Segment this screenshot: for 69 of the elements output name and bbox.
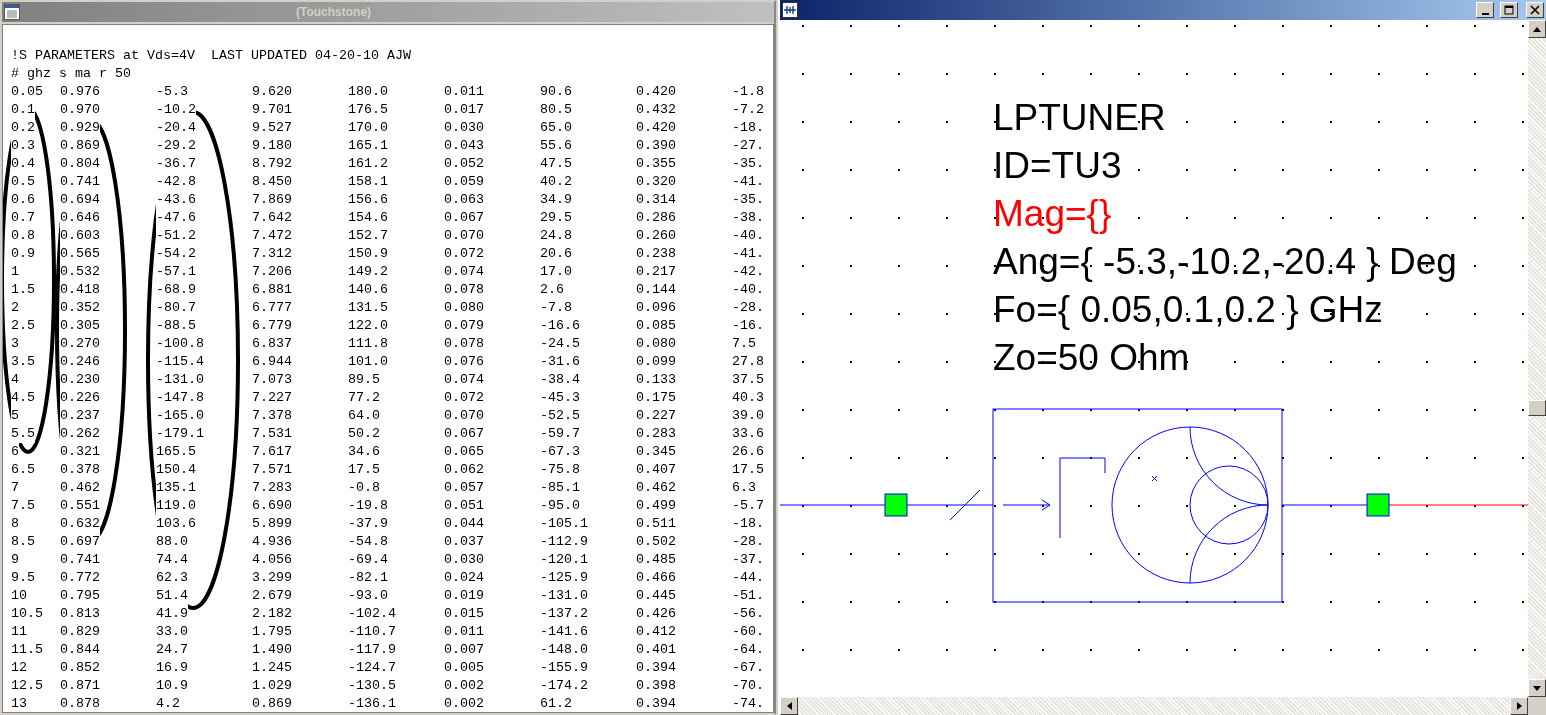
table-cell: 0.2 bbox=[11, 119, 35, 137]
scrollbar-corner bbox=[1528, 697, 1546, 715]
close-icon bbox=[1530, 5, 1540, 15]
table-cell: 0.551 bbox=[60, 497, 100, 515]
parameter-text: Mag={} bbox=[993, 192, 1112, 236]
minimize-button[interactable] bbox=[1476, 2, 1494, 18]
parameter-text: Fo={ 0.05,0.1,0.2 } GHz bbox=[993, 288, 1383, 332]
close-button[interactable] bbox=[1526, 2, 1544, 18]
window-title: (Touchstone) bbox=[296, 5, 372, 19]
table-cell: 0.970 bbox=[60, 101, 100, 119]
table-cell: -47.6 bbox=[156, 209, 196, 227]
table-cell: 0.646 bbox=[60, 209, 100, 227]
table-cell: 0.929 bbox=[60, 119, 100, 137]
table-cell: 119.0 bbox=[156, 497, 196, 515]
up-arrow-icon bbox=[1533, 26, 1541, 32]
table-cell: 0.462 bbox=[60, 479, 100, 497]
table-cell: 62.3 bbox=[156, 569, 188, 587]
table-cell: -10.2 bbox=[156, 101, 196, 119]
table-cell: -20.4 bbox=[156, 119, 196, 137]
table-cell: -42.8 bbox=[156, 173, 196, 191]
table-cell: 88.0 bbox=[156, 533, 188, 551]
table-cell: -29.2 bbox=[156, 137, 196, 155]
table-cell: 0.3 bbox=[11, 137, 35, 155]
table-cell: 0.565 bbox=[60, 245, 100, 263]
table-cell: 0.741 bbox=[60, 173, 100, 191]
table-cell: 0.378 bbox=[60, 461, 100, 479]
minimize-icon bbox=[1481, 12, 1489, 15]
table-cell: 0.226 bbox=[60, 389, 100, 407]
right-arrow-icon bbox=[1516, 702, 1522, 710]
parameter-text: ID=TU3 bbox=[993, 144, 1122, 188]
table-cell: 4.5 bbox=[11, 389, 35, 407]
table-cell: 51.4 bbox=[156, 587, 188, 605]
parameter-text: Ang={ -5.3,-10.2,-20.4 } Deg bbox=[993, 240, 1457, 284]
table-cell: 0.632 bbox=[60, 515, 100, 533]
table-cell: 0.804 bbox=[60, 155, 100, 173]
table-cell: 0.1 bbox=[11, 101, 35, 119]
port-node[interactable] bbox=[884, 493, 908, 517]
left-arrow-icon bbox=[786, 702, 792, 710]
horizontal-scrollbar[interactable] bbox=[780, 697, 1546, 715]
scroll-down-button[interactable] bbox=[1528, 679, 1546, 697]
down-arrow-icon bbox=[1533, 685, 1541, 691]
table-cell: -43.6 bbox=[156, 191, 196, 209]
table-cell: 0.532 bbox=[60, 263, 100, 281]
table-cell: 0.869 bbox=[60, 137, 100, 155]
schematic-icon bbox=[782, 2, 798, 18]
scroll-right-button[interactable] bbox=[1510, 697, 1528, 715]
table-cell: 0.237 bbox=[60, 407, 100, 425]
scroll-left-button[interactable] bbox=[780, 697, 798, 715]
document-icon bbox=[4, 4, 20, 20]
table-cell: 135.1 bbox=[156, 479, 196, 497]
port-node[interactable] bbox=[1366, 493, 1390, 517]
table-cell: 0.603 bbox=[60, 227, 100, 245]
table-cell: 74.4 bbox=[156, 551, 188, 569]
parameter-text: Zo=50 Ohm bbox=[993, 336, 1190, 380]
vertical-scrollbar[interactable] bbox=[1528, 20, 1546, 697]
table-cell: -36.7 bbox=[156, 155, 196, 173]
maximize-button[interactable] bbox=[1500, 2, 1518, 18]
table-cell: 0.262 bbox=[60, 425, 100, 443]
table-cell: 0.230 bbox=[60, 371, 100, 389]
maximize-icon bbox=[1504, 5, 1514, 15]
table-cell: 0.321 bbox=[60, 443, 100, 461]
tuner-symbol-drawing[interactable] bbox=[992, 408, 1283, 603]
table-cell: 5.5 bbox=[11, 425, 35, 443]
table-cell: 103.6 bbox=[156, 515, 196, 533]
parameter-text: LPTUNER bbox=[993, 96, 1166, 140]
scroll-up-button[interactable] bbox=[1528, 20, 1546, 38]
table-cell: 5 bbox=[11, 407, 19, 425]
scroll-thumb[interactable] bbox=[1528, 400, 1546, 416]
table-cell: 0.694 bbox=[60, 191, 100, 209]
